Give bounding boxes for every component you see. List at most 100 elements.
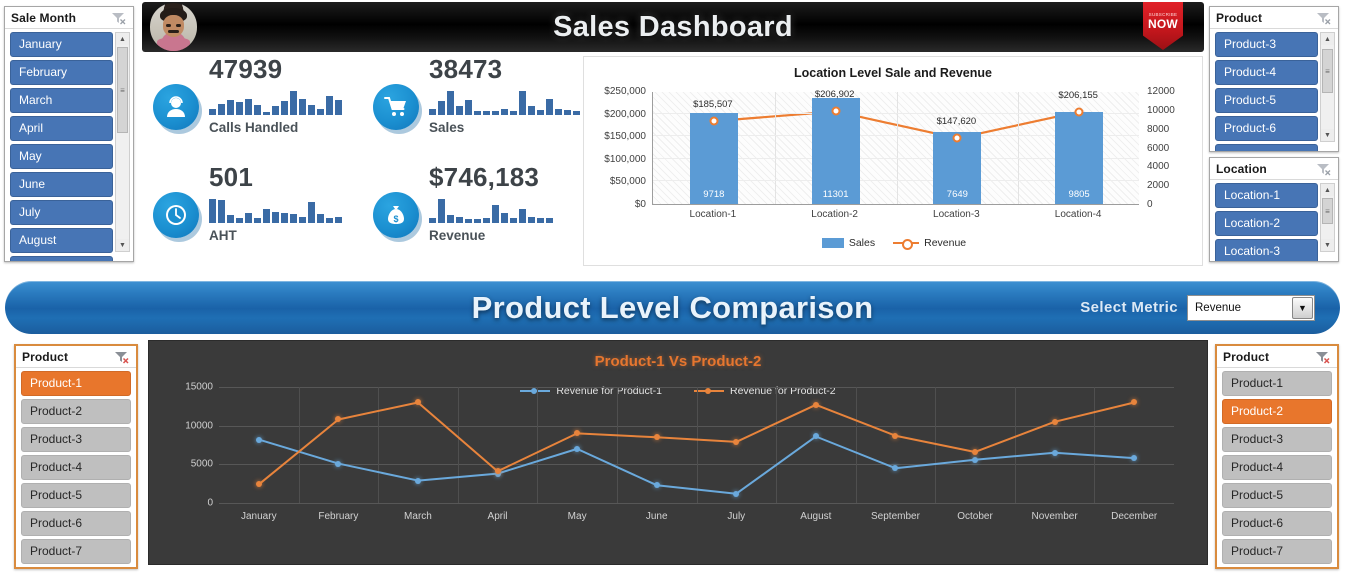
slicer-item[interactable]: March: [10, 88, 113, 113]
slicer-product-top[interactable]: Product Product-3 Product-4 Product-5 Produ…: [1209, 6, 1339, 152]
clear-filter-icon[interactable]: [114, 350, 130, 364]
x-axis-tick-label: February: [318, 511, 359, 522]
slicer-location-scrollbar[interactable]: ▲ ≡ ▼: [1320, 183, 1335, 252]
slicer-sale-month[interactable]: Sale Month January February March April May J…: [4, 6, 134, 262]
select-metric-group: Select Metric Revenue ▼: [1080, 294, 1315, 321]
slicer-item[interactable]: Product-6: [1222, 511, 1332, 536]
kpi-sparkline: [429, 89, 580, 115]
line-marker: [952, 133, 962, 143]
slicer-item[interactable]: Product-6: [21, 511, 131, 536]
slicer-item[interactable]: Product-4: [21, 455, 131, 480]
slicer-item[interactable]: Product-5: [1215, 88, 1318, 113]
data-point-label: $147,620: [936, 116, 977, 128]
sparkline-bar: [492, 205, 499, 223]
sparkline-bar: [290, 214, 297, 223]
slicer-product-left[interactable]: Product Product-1 Product-2 Product-3 Produ…: [14, 344, 138, 569]
sparkline-bar: [438, 199, 445, 223]
chevron-down-icon[interactable]: ▼: [1292, 296, 1313, 319]
slicer-item[interactable]: Product-2: [21, 399, 131, 424]
slicer-item[interactable]: Location-3: [1215, 239, 1318, 261]
location-chart-legend: Sales Revenue: [584, 237, 1204, 250]
slicer-sale-month-scrollbar[interactable]: ▲ ≡ ▼: [115, 32, 130, 252]
select-metric-dropdown[interactable]: Revenue ▼: [1187, 294, 1315, 321]
slicer-item[interactable]: February: [10, 60, 113, 85]
slicer-item[interactable]: July: [10, 200, 113, 225]
slicer-item[interactable]: April: [10, 116, 113, 141]
clear-filter-icon[interactable]: [1315, 350, 1331, 364]
slicer-product-top-body: Product-3 Product-4 Product-5 Product-6 Prod…: [1210, 29, 1338, 151]
slicer-item[interactable]: Location-1: [1215, 183, 1318, 208]
scrollbar-thumb[interactable]: ≡: [117, 47, 128, 133]
scrollbar-thumb[interactable]: ≡: [1322, 198, 1333, 224]
scrollbar-thumb[interactable]: ≡: [1322, 49, 1333, 93]
slicer-item[interactable]: May: [10, 144, 113, 169]
slicer-item[interactable]: Product-7: [21, 539, 131, 564]
y2-axis-tick-label: 10000: [1147, 104, 1175, 116]
slicer-item[interactable]: September: [10, 256, 113, 261]
scroll-up-icon[interactable]: ▲: [116, 33, 129, 45]
sparkline-bar: [519, 209, 526, 223]
slicer-location[interactable]: Location Location-1 Location-2 Location-3 …: [1209, 157, 1339, 262]
sparkline-bar: [501, 213, 508, 223]
line-marker: [255, 481, 262, 488]
scroll-down-icon[interactable]: ▼: [1321, 239, 1334, 251]
scroll-down-icon[interactable]: ▼: [1321, 129, 1334, 141]
dashboard-root: Sale Month January February March April May J…: [0, 0, 1345, 581]
sparkline-bar: [236, 218, 243, 223]
slicer-item[interactable]: Product-3: [1215, 32, 1318, 57]
sparkline-bar: [299, 217, 306, 223]
slicer-item[interactable]: Product-7: [1222, 539, 1332, 564]
sparkline-bar: [263, 112, 270, 115]
y-axis-tick-label: 0: [207, 497, 213, 509]
kpi-sparkline: [209, 197, 342, 223]
slicer-item[interactable]: August: [10, 228, 113, 253]
line-marker: [653, 434, 660, 441]
clear-filter-icon[interactable]: [111, 11, 127, 25]
slicer-item[interactable]: Product-3: [1222, 427, 1332, 452]
kpi-label: AHT: [209, 228, 237, 243]
subscribe-now-badge[interactable]: SUBSCRIBE NOW: [1143, 2, 1183, 50]
slicer-item[interactable]: Product-8: [21, 567, 131, 569]
slicer-product-top-scrollbar[interactable]: ▲ ≡ ▼: [1320, 32, 1335, 142]
scroll-down-icon[interactable]: ▼: [116, 239, 129, 251]
slicer-product-right[interactable]: Product Product-1 Product-2 Product-3 Produ…: [1215, 344, 1339, 569]
sparkline-bar: [429, 109, 436, 115]
data-point-label: $206,902: [814, 89, 855, 101]
slicer-item[interactable]: Product-5: [1222, 483, 1332, 508]
line-marker: [1074, 107, 1084, 117]
slicer-item[interactable]: Product-7: [1215, 144, 1318, 151]
line-marker: [709, 116, 719, 126]
slicer-item[interactable]: Product-1: [21, 371, 131, 396]
slicer-product-left-items: Product-1 Product-2 Product-3 Product-4 Prod…: [21, 371, 131, 569]
slicer-item[interactable]: Location-2: [1215, 211, 1318, 236]
slicer-location-title: Location: [1216, 162, 1267, 176]
kpi-sparkline: [429, 197, 553, 223]
slicer-item[interactable]: Product-2: [1222, 399, 1332, 424]
slicer-item[interactable]: Product-6: [1215, 116, 1318, 141]
x-axis-tick-label: December: [1111, 511, 1158, 522]
sparkline-bar: [227, 215, 234, 223]
line-marker: [574, 430, 581, 437]
sparkline-bar: [447, 91, 454, 115]
scroll-up-icon[interactable]: ▲: [1321, 184, 1334, 196]
data-point-label: $206,155: [1058, 89, 1098, 101]
kpi-value: 501: [209, 162, 253, 192]
slicer-item[interactable]: Product-4: [1222, 455, 1332, 480]
x-axis-tick-label: July: [727, 511, 746, 522]
slicer-item[interactable]: June: [10, 172, 113, 197]
scroll-up-icon[interactable]: ▲: [1321, 33, 1334, 45]
slicer-sale-month-title: Sale Month: [11, 11, 77, 25]
slicer-item[interactable]: Product-3: [21, 427, 131, 452]
clear-filter-icon[interactable]: [1316, 162, 1332, 176]
slicer-item[interactable]: Product-1: [1222, 371, 1332, 396]
y2-axis-tick-label: 0: [1147, 199, 1153, 210]
grid-line: [1018, 92, 1020, 204]
sparkline-bar: [326, 218, 333, 223]
slicer-item[interactable]: Product-5: [21, 483, 131, 508]
slicer-item[interactable]: Product-4: [1215, 60, 1318, 85]
slicer-item[interactable]: January: [10, 32, 113, 57]
bar: 9805: [1055, 111, 1104, 204]
clear-filter-icon[interactable]: [1316, 11, 1332, 25]
slicer-item[interactable]: Product-8: [1222, 567, 1332, 569]
line-marker: [892, 465, 899, 472]
